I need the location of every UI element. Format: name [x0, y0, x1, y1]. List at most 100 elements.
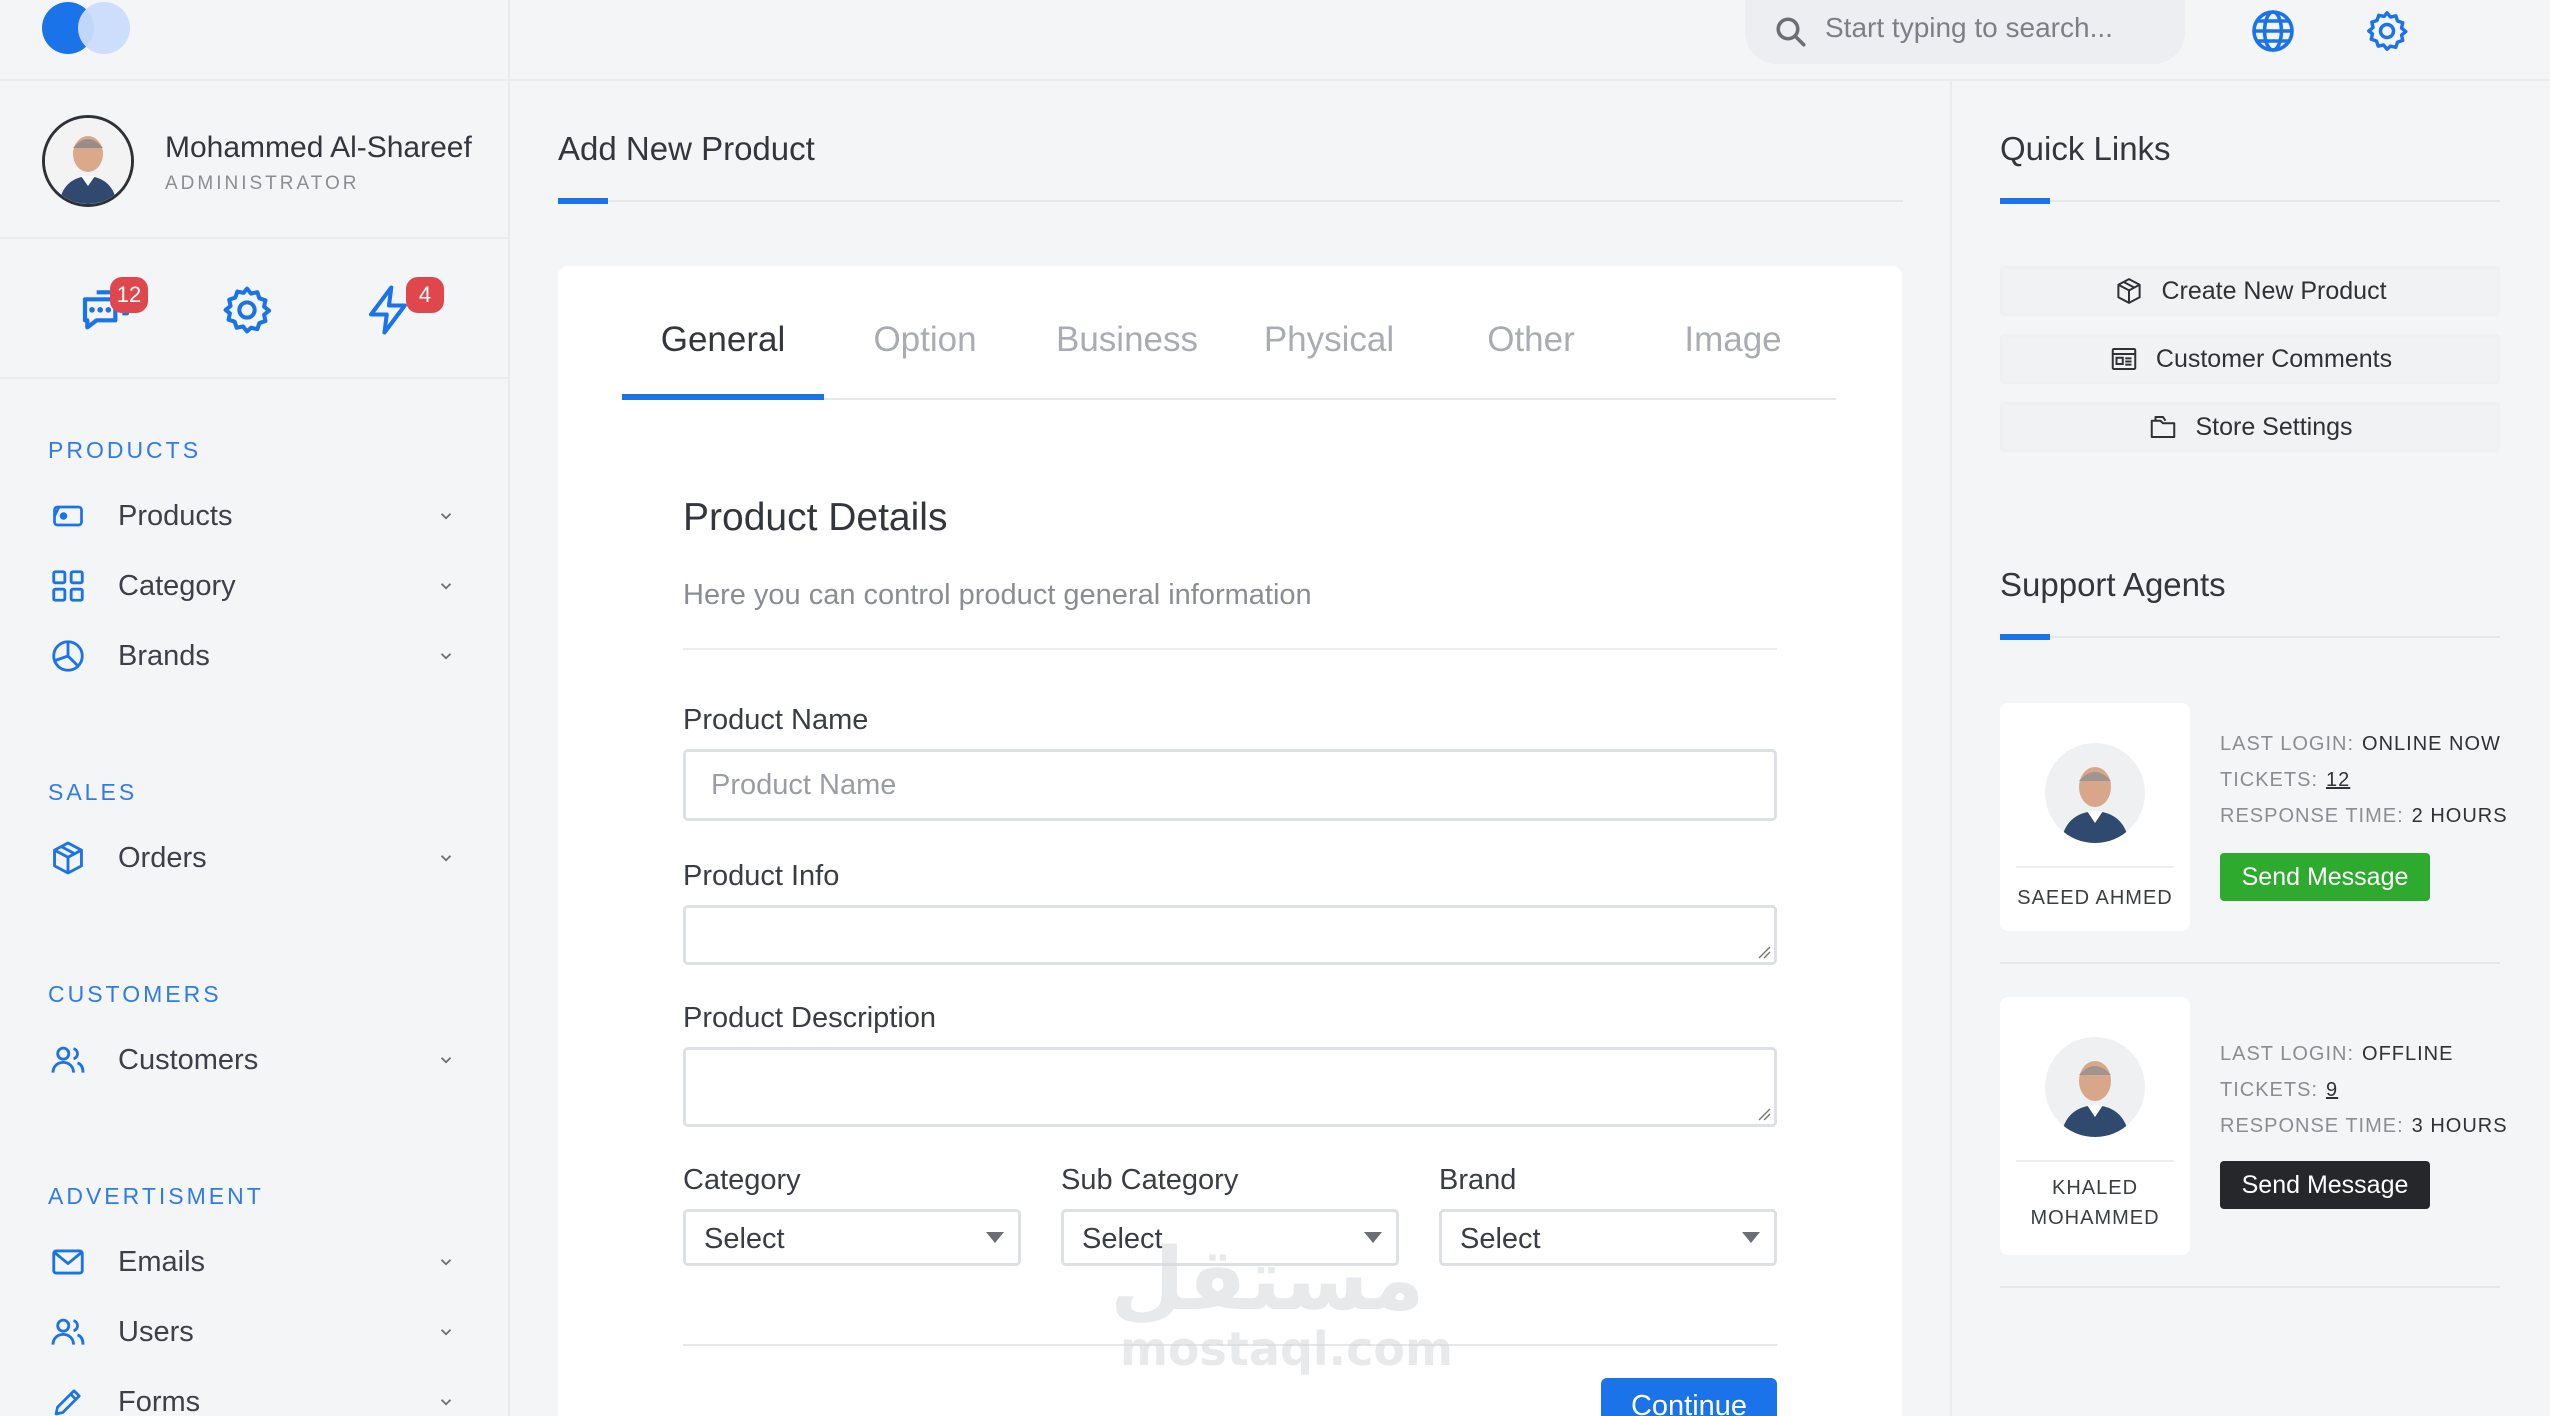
search-icon [1776, 17, 1806, 47]
quick-links-title: Quick Links [2000, 130, 2171, 167]
avatar[interactable] [42, 115, 134, 207]
divider [2000, 200, 2500, 202]
chevron-down-icon [434, 644, 458, 668]
sidebar-item-users[interactable]: Users [48, 1307, 458, 1357]
agent-tickets-link[interactable]: 9 [2326, 1079, 2338, 1101]
divider [2000, 1286, 2500, 1288]
grid-icon [48, 566, 88, 606]
brand-select[interactable]: Select [1439, 1209, 1777, 1266]
user-profile: Mohammed Al-Shareef ADMINISTRATOR [0, 83, 508, 239]
sidebar-item-products[interactable]: Products [48, 491, 458, 541]
watermark-logo: مستقل mostaql.com [1110, 1230, 1453, 1380]
quick-link-label: Customer Comments [2155, 344, 2393, 373]
sidebar-item-label: Emails [118, 1245, 206, 1278]
globe-icon[interactable] [2248, 6, 2298, 56]
sidebar-item-orders[interactable]: Orders [48, 833, 458, 883]
tab-general[interactable]: General [622, 320, 824, 400]
quick-actions: 12 4 [0, 241, 508, 379]
nav-section-advertisment: ADVERTISMENT [48, 1183, 264, 1209]
gear-icon [223, 286, 272, 334]
sidebar-item-customers[interactable]: Customers [48, 1035, 458, 1085]
messages-button[interactable]: 12 [78, 277, 148, 343]
tab-other[interactable]: Other [1430, 320, 1632, 400]
folder-icon [2147, 411, 2179, 443]
title-accent [2000, 198, 2050, 204]
sidebar-item-brands[interactable]: Brands [48, 631, 458, 681]
sidebar-item-forms[interactable]: Forms [48, 1377, 458, 1416]
search-input[interactable] [1825, 8, 2165, 48]
resize-handle-icon[interactable] [1757, 1107, 1771, 1121]
alerts-badge: 4 [406, 277, 444, 313]
sidebar-item-emails[interactable]: Emails [48, 1237, 458, 1287]
app-logo[interactable] [42, 0, 138, 56]
category-select[interactable]: Select [683, 1209, 1021, 1266]
title-accent [2000, 634, 2050, 640]
gear-icon[interactable] [2362, 6, 2412, 56]
divider [2016, 1160, 2174, 1162]
page-title: Add New Product [558, 130, 815, 167]
alerts-button[interactable]: 4 [362, 277, 444, 343]
agent-response-time: RESPONSE TIME: 2 HOURS [2220, 805, 2508, 827]
box-icon [2113, 275, 2145, 307]
continue-button[interactable]: Continue [1601, 1378, 1777, 1416]
sidebar-item-category[interactable]: Category [48, 561, 458, 611]
sidebar-item-label: Customers [118, 1043, 259, 1076]
customer-comments-link[interactable]: Customer Comments [2000, 334, 2500, 384]
nav-section-sales: SALES [48, 779, 138, 805]
product-description-textarea[interactable] [683, 1047, 1777, 1127]
agent-card: SAEED AHMED [2000, 703, 2190, 931]
category-label: Category [683, 1164, 801, 1196]
nav-section-products: PRODUCTS [48, 437, 202, 463]
top-bar [0, 0, 2550, 81]
create-new-product-link[interactable]: Create New Product [2000, 266, 2500, 316]
divider [558, 200, 1903, 202]
avatar[interactable] [2045, 743, 2145, 843]
search-bar[interactable] [1745, 0, 2185, 64]
section-subtitle: Here you can control product general inf… [683, 579, 1312, 611]
watermark-latin: mostaql.com [1120, 1322, 1453, 1376]
agent-last-login: LAST LOGIN: OFFLINE [2220, 1043, 2454, 1065]
product-name-label: Product Name [683, 704, 869, 736]
chevron-down-icon [434, 574, 458, 598]
chevron-down-icon [434, 1390, 458, 1414]
tab-image[interactable]: Image [1632, 320, 1834, 400]
messages-badge: 12 [110, 277, 148, 313]
tag-icon [48, 496, 88, 536]
agent-name: SAEED AHMED [2017, 887, 2173, 909]
agent-tickets: TICKETS: 9 [2220, 1079, 2339, 1101]
pie-chart-icon [48, 636, 88, 676]
users-icon [48, 1312, 88, 1352]
subcategory-label: Sub Category [1061, 1164, 1239, 1196]
brand-label: Brand [1439, 1164, 1517, 1196]
send-message-button[interactable]: Send Message [2220, 853, 2430, 901]
store-settings-link[interactable]: Store Settings [2000, 402, 2500, 452]
tab-physical[interactable]: Physical [1228, 320, 1430, 400]
sidebar-item-label: Products [118, 499, 233, 532]
sidebar-item-label: Brands [118, 639, 210, 672]
product-info-textarea[interactable] [683, 905, 1777, 965]
avatar[interactable] [2045, 1037, 2145, 1137]
divider [683, 648, 1777, 650]
agent-tickets-link[interactable]: 12 [2326, 769, 2350, 791]
select-value: Select [1460, 1223, 1541, 1255]
tab-option[interactable]: Option [824, 320, 1026, 400]
settings-button[interactable] [220, 283, 280, 343]
dropdown-arrow-icon [1742, 1232, 1760, 1243]
resize-handle-icon[interactable] [1757, 945, 1771, 959]
product-info-label: Product Info [683, 860, 840, 892]
chevron-down-icon [434, 846, 458, 870]
nav-section-customers: CUSTOMERS [48, 981, 222, 1007]
users-icon [48, 1040, 88, 1080]
product-name-input[interactable] [683, 749, 1777, 821]
mail-icon [48, 1242, 88, 1282]
send-message-button[interactable]: Send Message [2220, 1161, 2430, 1209]
divider [2000, 636, 2500, 638]
tab-business[interactable]: Business [1026, 320, 1228, 400]
quick-link-label: Store Settings [2195, 412, 2353, 441]
agent-last-login-value: ONLINE NOW [2362, 733, 2501, 755]
agent-response-time: RESPONSE TIME: 3 HOURS [2220, 1115, 2508, 1137]
agent-tickets: TICKETS: 12 [2220, 769, 2351, 791]
sidebar-divider [508, 0, 510, 1416]
user-name: Mohammed Al-Shareef [165, 131, 472, 164]
user-role: ADMINISTRATOR [165, 173, 360, 194]
